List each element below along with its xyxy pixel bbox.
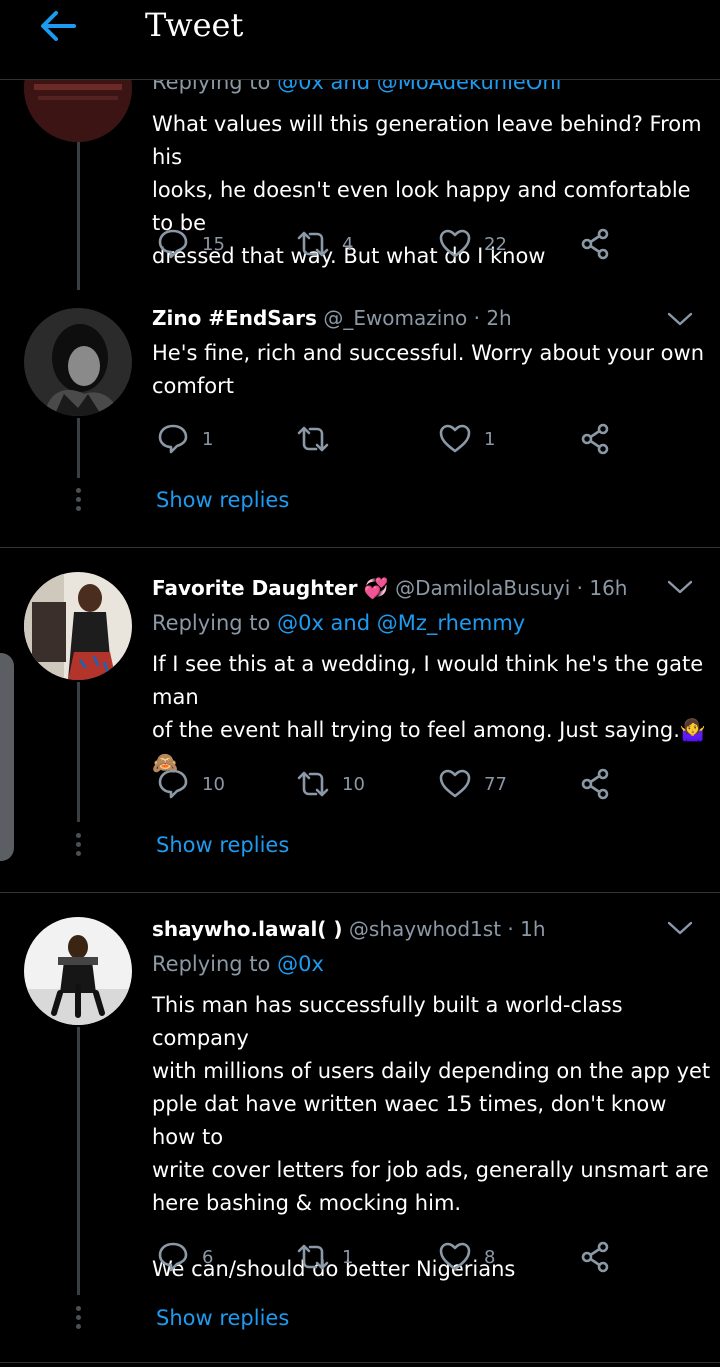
reply-button[interactable]: 6 bbox=[156, 1239, 213, 1275]
show-replies-link[interactable]: Show replies bbox=[156, 1306, 289, 1330]
thread-line bbox=[77, 1027, 80, 1295]
reply-button[interactable]: 10 bbox=[156, 766, 225, 802]
author-emoji: 💞 bbox=[363, 576, 389, 600]
retweet-icon bbox=[297, 231, 329, 257]
retweet-button[interactable]: 10 bbox=[296, 766, 365, 802]
share-icon bbox=[581, 768, 609, 800]
heart-icon bbox=[439, 229, 471, 258]
back-arrow-icon[interactable] bbox=[38, 8, 78, 44]
retweet-button[interactable]: 1 bbox=[296, 1239, 353, 1275]
share-icon bbox=[581, 1241, 609, 1273]
tweet-author: Favorite Daughter 💞 @DamilolaBusuyi · 16… bbox=[152, 576, 627, 600]
thread-line bbox=[77, 142, 80, 290]
heart-icon bbox=[439, 1242, 471, 1271]
thread-dots bbox=[76, 488, 81, 515]
mention-link[interactable]: @0x and @Mz_rhemmy bbox=[277, 611, 525, 635]
author-name[interactable]: Zino #EndSars bbox=[152, 306, 317, 330]
author-handle[interactable]: @shaywhod1st bbox=[349, 917, 501, 941]
tweet-time: · 2h bbox=[473, 306, 512, 330]
like-button[interactable]: 77 bbox=[438, 766, 507, 802]
heart-icon bbox=[439, 424, 471, 453]
show-replies-link[interactable]: Show replies bbox=[156, 833, 289, 857]
reply-icon bbox=[158, 769, 188, 799]
tweet-author: shaywho.lawal( ) @shaywhod1st · 1h bbox=[152, 917, 546, 941]
replying-to: Replying to @0x and @Mz_rhemmy bbox=[152, 611, 526, 635]
share-button[interactable] bbox=[578, 226, 612, 262]
divider bbox=[0, 547, 720, 548]
author-name[interactable]: shaywho.lawal( ) bbox=[152, 917, 343, 941]
author-handle[interactable]: @_Ewomazino bbox=[323, 306, 467, 330]
retweet-button[interactable] bbox=[296, 421, 342, 457]
tweet-time: · 1h bbox=[507, 917, 546, 941]
retweet-icon bbox=[297, 771, 329, 797]
thread-dots bbox=[76, 1306, 81, 1333]
thread-line bbox=[77, 418, 80, 478]
share-button[interactable] bbox=[578, 766, 612, 802]
share-icon bbox=[581, 228, 609, 260]
reply-button[interactable]: 15 bbox=[156, 226, 225, 262]
author-handle[interactable]: @DamilolaBusuyi bbox=[395, 576, 570, 600]
thread-line bbox=[77, 682, 80, 822]
divider bbox=[0, 892, 720, 893]
replying-to: Replying to @0x bbox=[152, 952, 324, 976]
share-icon bbox=[581, 423, 609, 455]
like-button[interactable]: 1 bbox=[438, 421, 495, 457]
page-title: Tweet bbox=[145, 6, 244, 44]
tweet-time: · 16h bbox=[576, 576, 628, 600]
heart-icon bbox=[439, 769, 471, 798]
avatar[interactable] bbox=[24, 917, 132, 1025]
retweet-icon bbox=[297, 426, 329, 452]
avatar[interactable] bbox=[24, 572, 132, 680]
share-button[interactable] bbox=[578, 1239, 612, 1275]
share-button[interactable] bbox=[578, 421, 612, 457]
thread-dots bbox=[76, 833, 81, 860]
chevron-down-icon[interactable] bbox=[666, 578, 694, 596]
retweet-icon bbox=[297, 1244, 329, 1270]
reply-button[interactable]: 1 bbox=[156, 421, 213, 457]
author-name[interactable]: Favorite Daughter bbox=[152, 576, 357, 600]
chevron-down-icon[interactable] bbox=[666, 310, 694, 328]
divider bbox=[0, 1362, 720, 1363]
reply-icon bbox=[158, 1242, 188, 1272]
avatar[interactable] bbox=[24, 308, 132, 416]
tweet-text: If I see this at a wedding, I would thin… bbox=[152, 652, 707, 775]
tweet-text: He's fine, rich and successful. Worry ab… bbox=[152, 341, 704, 398]
like-button[interactable]: 22 bbox=[438, 226, 507, 262]
show-replies-link[interactable]: Show replies bbox=[156, 488, 289, 512]
like-button[interactable]: 8 bbox=[438, 1239, 495, 1275]
reply-icon bbox=[158, 424, 188, 454]
reply-icon bbox=[158, 229, 188, 259]
chevron-down-icon[interactable] bbox=[666, 919, 694, 937]
tweet-author: Zino #EndSars @_Ewomazino · 2h bbox=[152, 306, 512, 330]
edge-handle[interactable] bbox=[0, 653, 14, 861]
top-app-bar: Tweet bbox=[0, 0, 720, 80]
mention-link[interactable]: @0x bbox=[277, 952, 324, 976]
retweet-button[interactable]: 4 bbox=[296, 226, 353, 262]
